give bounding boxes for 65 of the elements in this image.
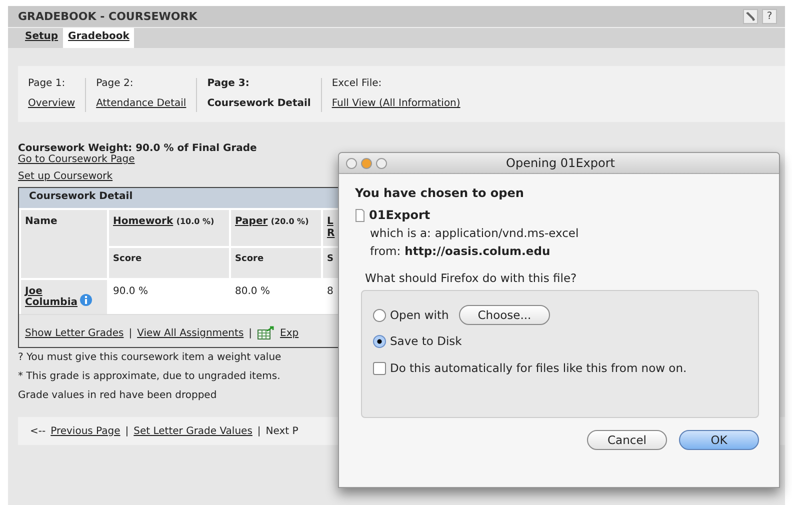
page-link[interactable]: Coursework Detail xyxy=(207,98,311,109)
checkbox[interactable] xyxy=(373,362,386,374)
score-text: 8 xyxy=(327,286,334,297)
document-icon xyxy=(355,208,365,222)
table-link[interactable]: Show Letter Grades xyxy=(25,328,124,338)
note-text: * This grade is approximate, due to ungraded items. xyxy=(18,371,280,382)
column-subheader: Score xyxy=(113,254,143,264)
column-link[interactable]: Homework xyxy=(113,216,174,227)
column-subheader: S xyxy=(327,254,334,264)
separator-text: | xyxy=(125,426,129,436)
score-text: 80.0 % xyxy=(235,286,270,297)
page-label: Excel File: xyxy=(332,78,383,89)
choose-button[interactable]: Choose... xyxy=(458,305,550,325)
option-label: Do this automatically for files like this from now on. xyxy=(390,361,687,375)
help-button[interactable]: ? xyxy=(762,9,777,24)
close-button[interactable] xyxy=(346,158,357,168)
column-link[interactable]: Paper xyxy=(235,216,268,227)
tab[interactable]: Gradebook xyxy=(63,28,134,48)
source-url: http://oasis.colum.edu xyxy=(404,244,550,258)
separator-text: | xyxy=(248,328,252,338)
column-weight: (10.0 %) xyxy=(176,217,214,226)
page-label: Page 2: xyxy=(96,78,134,89)
page-link[interactable]: Attendance Detail xyxy=(96,98,186,109)
student-link[interactable]: Joe Columbia xyxy=(25,286,77,308)
option-label: Save to Disk xyxy=(390,334,462,348)
column-link[interactable]: L R xyxy=(327,216,335,240)
page-label: Page 1: xyxy=(28,78,66,89)
dialog-button[interactable]: OK xyxy=(679,430,759,450)
zoom-button[interactable] xyxy=(376,158,387,168)
score-text: 90.0 % xyxy=(113,286,148,297)
arrow-text: <-- xyxy=(30,426,46,436)
coursework-link[interactable]: Go to Coursework Page xyxy=(18,154,135,165)
page-title: GRADEBOOK - COURSEWORK xyxy=(18,10,198,23)
page-link[interactable]: Overview xyxy=(28,98,76,109)
column-weight: (20.0 %) xyxy=(270,217,309,226)
page-label: Page 3: xyxy=(207,78,250,89)
minimize-button[interactable] xyxy=(361,158,372,168)
option-label: Open with xyxy=(390,308,449,322)
export-link[interactable]: Exp xyxy=(280,328,299,338)
type-label: which is a: xyxy=(370,226,431,240)
table-link[interactable]: View All Assignments xyxy=(137,328,244,338)
weight-text: Coursework Weight: 90.0 % of Final Grade xyxy=(18,143,258,154)
page-link[interactable]: Full View (All Information) xyxy=(332,98,460,109)
note-text: ? You must give this coursework item a weight value xyxy=(18,352,282,363)
radio-button[interactable] xyxy=(373,334,386,348)
note-text: Grade values in red have been dropped xyxy=(18,390,217,401)
separator-text: | xyxy=(257,426,261,436)
tab[interactable]: Setup xyxy=(20,28,64,48)
spreadsheet-icon xyxy=(257,326,276,340)
nav-link[interactable]: Set Letter Grade Values xyxy=(134,426,252,436)
file-type: application/vnd.ms-excel xyxy=(434,226,579,240)
nav-text: Next P xyxy=(266,426,298,436)
column-subheader: Score xyxy=(235,254,265,264)
nav-link[interactable]: Previous Page xyxy=(50,426,120,436)
tools-button[interactable] xyxy=(743,9,758,24)
radio-button[interactable] xyxy=(373,308,386,322)
coursework-link[interactable]: Set up Coursework xyxy=(18,171,113,182)
column-header: Name xyxy=(25,216,58,227)
separator-text: | xyxy=(128,328,132,338)
file-name: 01Export xyxy=(369,208,430,222)
dialog-button[interactable]: Cancel xyxy=(587,430,667,450)
source-label: from: xyxy=(370,244,401,258)
dialog-title: Opening 01Export xyxy=(505,156,616,170)
question-text: What should Firefox do with this file? xyxy=(365,271,578,285)
info-icon[interactable] xyxy=(80,294,92,306)
